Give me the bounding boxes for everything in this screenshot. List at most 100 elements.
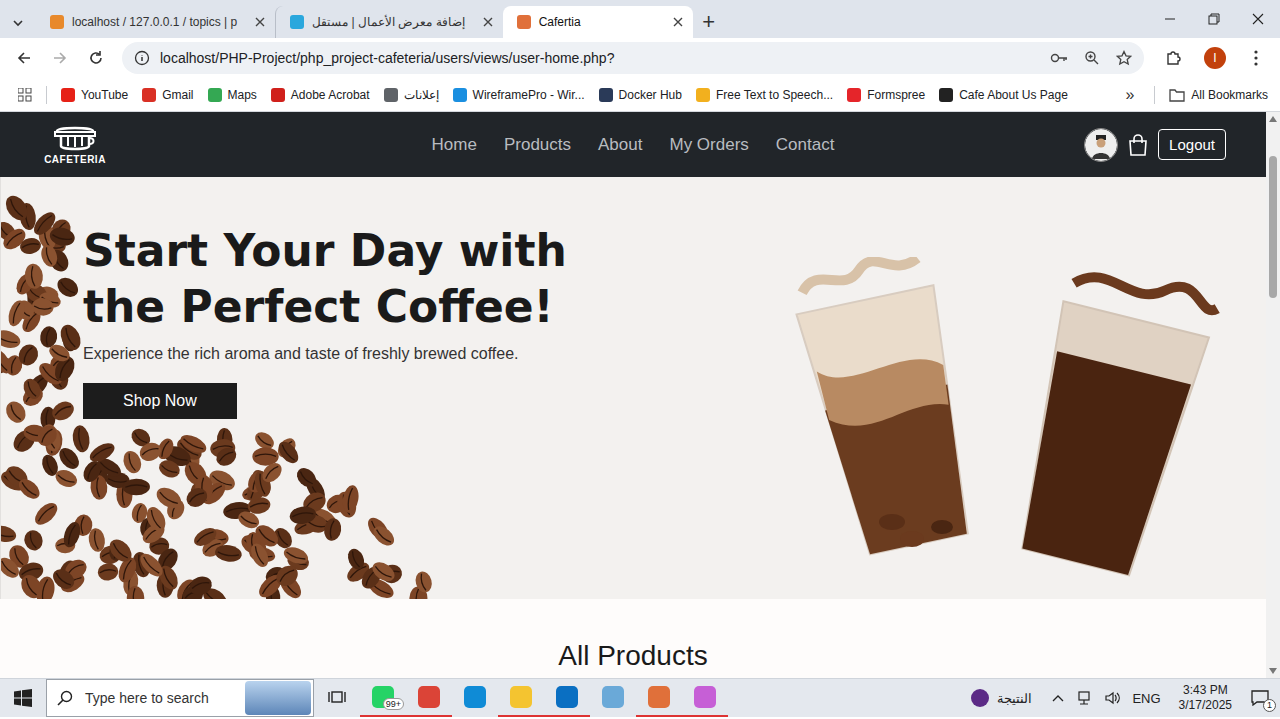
more-bookmarks-button[interactable]: » — [1119, 86, 1140, 104]
star-icon[interactable] — [1116, 50, 1132, 66]
nav-link[interactable]: Products — [504, 135, 571, 155]
apps-grid-icon[interactable] — [18, 88, 32, 102]
address-bar[interactable]: localhost/PHP-Project/php_project-cafete… — [122, 42, 1144, 74]
menu-button[interactable] — [1240, 42, 1272, 74]
bookmark-label: Adobe Acrobat — [291, 88, 370, 102]
new-tab-button[interactable]: + — [693, 6, 725, 38]
taskbar-app[interactable]: 99+ — [360, 679, 406, 717]
bookmark-icon — [271, 88, 285, 102]
taskbar-search[interactable]: Type here to search — [46, 679, 314, 717]
language-indicator[interactable]: ENG — [1132, 691, 1160, 706]
taskbar-app[interactable] — [590, 679, 636, 717]
bookmark-icon — [208, 88, 222, 102]
bookmark[interactable]: Adobe Acrobat — [271, 88, 370, 102]
bookmark[interactable]: إعلانات — [384, 88, 439, 102]
puzzle-icon — [1165, 49, 1183, 67]
taskbar-app[interactable] — [406, 679, 452, 717]
close-window-button[interactable] — [1236, 0, 1280, 38]
nav-link[interactable]: About — [598, 135, 642, 155]
zoom-icon[interactable] — [1084, 50, 1100, 66]
bookmark[interactable]: Docker Hub — [599, 88, 682, 102]
bookmark-label: YouTube — [81, 88, 128, 102]
browser-tab[interactable]: Cafertia — [503, 6, 693, 38]
weather-text: النتيجة — [997, 691, 1032, 706]
bookmark[interactable]: Cafe About Us Page — [939, 88, 1068, 102]
app-badge: 99+ — [383, 698, 404, 710]
page: CAFETERIA Home Products About My Orders Conta… — [0, 112, 1266, 678]
hero: Start Your Day with the Perfect Coffee!E… — [0, 177, 1266, 599]
taskbar-app[interactable] — [682, 679, 728, 717]
avatar[interactable] — [1084, 128, 1118, 162]
back-button[interactable] — [8, 42, 40, 74]
taskbar: Type here to search 99+ النتيجة ENG 3:43 PM3… — [0, 678, 1280, 717]
start-button[interactable] — [0, 679, 46, 717]
speaker-icon[interactable] — [1104, 690, 1120, 706]
restore-icon — [1208, 13, 1220, 25]
close-icon[interactable] — [483, 17, 493, 27]
taskbar-app[interactable] — [636, 679, 682, 717]
toolbar: localhost/PHP-Project/php_project-cafete… — [0, 38, 1280, 78]
browser-tab[interactable]: إضافة معرض الأعمال | مستقل — [275, 6, 502, 38]
scrollbar[interactable] — [1266, 112, 1280, 678]
bookmark[interactable]: Formspree — [847, 88, 925, 102]
bookmark-label: Docker Hub — [619, 88, 682, 102]
bookmark-label: WireframePro - Wir... — [473, 88, 585, 102]
scrollbar-thumb[interactable] — [1269, 156, 1277, 298]
bookmark[interactable]: Maps — [208, 88, 257, 102]
scroll-up-icon[interactable] — [1269, 116, 1277, 122]
logo-text: CAFETERIA — [44, 154, 106, 165]
clock-date: 3/17/2025 — [1179, 698, 1232, 713]
search-highlight-image — [245, 681, 311, 715]
bookmark[interactable]: Gmail — [142, 88, 193, 102]
chevron-up-icon[interactable] — [1052, 694, 1064, 702]
nav-link[interactable]: Contact — [776, 135, 835, 155]
shopping-bag-icon[interactable] — [1128, 134, 1148, 156]
weather-widget[interactable]: النتيجة — [971, 689, 1032, 707]
clock[interactable]: 3:43 PM3/17/2025 — [1171, 683, 1240, 713]
nav-link[interactable]: My Orders — [669, 135, 748, 155]
nav-link[interactable]: Home — [432, 135, 477, 155]
all-bookmarks-button[interactable]: All Bookmarks — [1169, 88, 1268, 102]
scroll-down-icon[interactable] — [1269, 668, 1277, 674]
close-icon[interactable] — [673, 17, 683, 27]
close-icon[interactable] — [255, 17, 265, 27]
key-icon[interactable] — [1050, 51, 1068, 65]
arrow-right-icon — [52, 50, 68, 66]
taskbar-app[interactable] — [498, 679, 544, 717]
restore-button[interactable] — [1192, 0, 1236, 38]
task-view-button[interactable] — [314, 679, 360, 717]
bookmark-label: إعلانات — [404, 88, 439, 102]
app-icon — [556, 686, 578, 708]
section-title: All Products — [0, 599, 1266, 673]
reload-button[interactable] — [80, 42, 112, 74]
user-avatar-icon — [1085, 129, 1117, 161]
bookmark-label: Maps — [228, 88, 257, 102]
bookmark-icon — [61, 88, 75, 102]
notifications-button[interactable]: 1 — [1240, 690, 1280, 706]
logo[interactable]: CAFETERIA — [40, 125, 110, 165]
tab-label: Cafertia — [539, 15, 655, 29]
minimize-button[interactable] — [1148, 0, 1192, 38]
app-icon — [648, 686, 670, 708]
iced-coffee-image — [782, 257, 1222, 587]
forward-button[interactable] — [44, 42, 76, 74]
bookmark[interactable]: Free Text to Speech... — [696, 88, 833, 102]
navbar: CAFETERIA Home Products About My Orders Conta… — [0, 112, 1266, 177]
profile-button[interactable]: I — [1204, 47, 1226, 69]
taskbar-app[interactable] — [452, 679, 498, 717]
network-icon[interactable] — [1076, 690, 1092, 706]
tab-label: localhost / 127.0.0.1 / topics | p — [72, 15, 237, 29]
shop-now-button[interactable]: Shop Now — [83, 383, 237, 419]
taskbar-app[interactable] — [544, 679, 590, 717]
browser-tab[interactable]: localhost / 127.0.0.1 / topics | p — [36, 6, 275, 38]
bookmark[interactable]: WireframePro - Wir... — [453, 88, 585, 102]
favicon-icon — [50, 15, 64, 29]
logout-button[interactable]: Logout — [1158, 129, 1226, 160]
bookmark-label: All Bookmarks — [1191, 88, 1268, 102]
extensions-button[interactable] — [1158, 42, 1190, 74]
cafe-logo-icon — [51, 125, 99, 153]
bookmarks-bar: YouTube Gmail Maps Adobe Acrobat إعلانات Wire… — [0, 78, 1280, 112]
bookmark[interactable]: YouTube — [61, 88, 128, 102]
arrow-left-icon — [16, 50, 32, 66]
tab-search-button[interactable] — [4, 8, 32, 38]
